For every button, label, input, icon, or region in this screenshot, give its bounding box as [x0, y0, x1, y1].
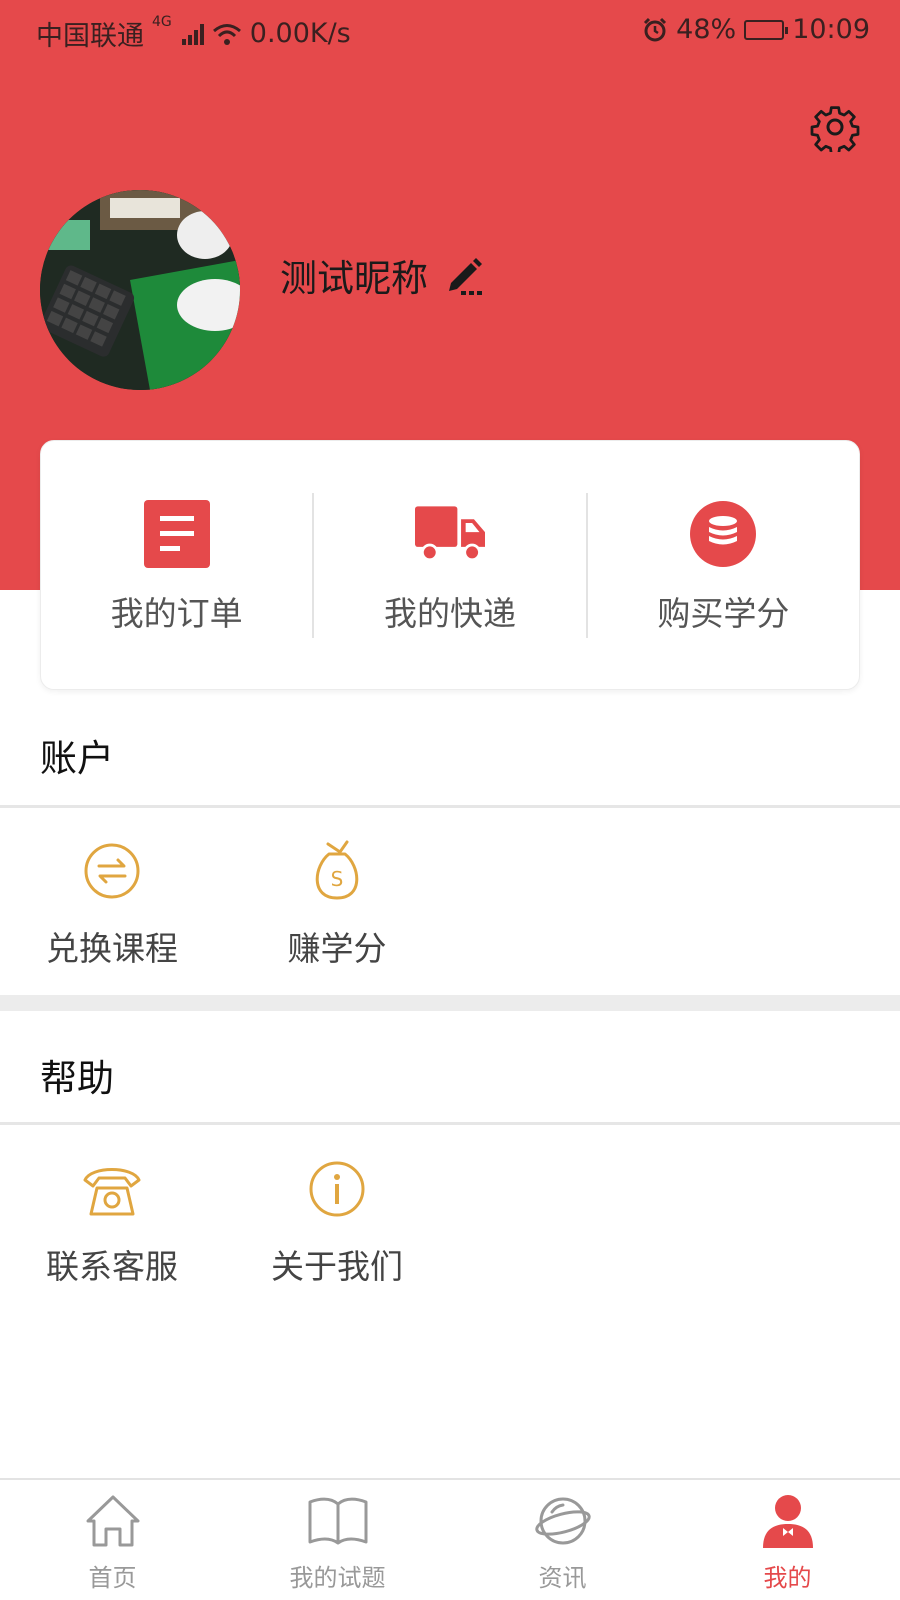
signal-icon: [181, 23, 204, 45]
tab-news[interactable]: 资讯: [450, 1480, 675, 1600]
edit-nickname-button[interactable]: [442, 252, 488, 298]
help-section-title: 帮助: [40, 1057, 114, 1100]
network-type: 4G: [152, 14, 172, 30]
exchange-icon: [81, 840, 143, 902]
alarm-icon: [644, 17, 667, 41]
pencil-icon: [449, 258, 482, 295]
battery-icon: [744, 19, 789, 40]
money-bag-icon: S: [306, 840, 368, 902]
tab-profile-label: 我的: [763, 1564, 812, 1592]
status-bar: 中国联通 4G 0.00K/s 48% 10:09: [0, 0, 900, 62]
clock: 10:09: [792, 14, 870, 45]
svg-text:S: S: [331, 867, 344, 891]
my-delivery-button[interactable]: 我的快递: [314, 441, 585, 689]
earn-credits-button[interactable]: S 赚学分: [247, 840, 427, 970]
battery-percent: 48%: [676, 14, 737, 45]
tab-home[interactable]: 首页: [0, 1480, 225, 1600]
divider: [0, 805, 900, 808]
user-icon: [757, 1490, 819, 1552]
about-us-label: 关于我们: [271, 1247, 403, 1286]
section-gap: [0, 995, 900, 1011]
earn-credits-label: 赚学分: [287, 929, 387, 968]
contact-support-label: 联系客服: [46, 1247, 178, 1286]
account-section-title: 账户: [40, 737, 114, 780]
bottom-tab-bar: 首页 我的试题 资讯 我的: [0, 1478, 900, 1600]
home-icon: [82, 1490, 144, 1552]
settings-button[interactable]: [808, 100, 862, 154]
my-orders-button[interactable]: 我的订单: [41, 441, 312, 689]
info-icon: [306, 1158, 368, 1220]
my-delivery-label: 我的快递: [383, 594, 516, 633]
credit-coins-icon: [688, 499, 758, 569]
quick-actions-card: 我的订单 我的快递 购买学分: [40, 440, 860, 690]
tab-my-questions-label: 我的试题: [289, 1564, 386, 1592]
delivery-truck-icon: [414, 499, 485, 569]
tab-profile[interactable]: 我的: [675, 1480, 900, 1600]
tab-my-questions[interactable]: 我的试题: [225, 1480, 450, 1600]
order-list-icon: [142, 499, 212, 569]
telephone-icon: [81, 1158, 143, 1220]
avatar[interactable]: [40, 190, 240, 390]
my-orders-label: 我的订单: [110, 594, 243, 633]
planet-icon: [532, 1490, 594, 1552]
divider: [0, 1122, 900, 1125]
avatar-photo: [40, 190, 240, 390]
gear-icon: [810, 106, 860, 152]
nickname: 测试昵称: [280, 257, 428, 300]
contact-support-button[interactable]: 联系客服: [22, 1158, 202, 1288]
buy-credits-label: 购买学分: [657, 594, 790, 633]
exchange-course-label: 兑换课程: [46, 929, 178, 968]
carrier-name: 中国联通: [36, 21, 144, 52]
buy-credits-button[interactable]: 购买学分: [588, 441, 859, 689]
network-speed: 0.00K/s: [249, 18, 351, 49]
tab-news-label: 资讯: [538, 1564, 587, 1592]
about-us-button[interactable]: 关于我们: [247, 1158, 427, 1288]
book-icon: [307, 1490, 369, 1552]
tab-home-label: 首页: [88, 1564, 137, 1592]
nickname-row: 测试昵称: [280, 248, 488, 302]
wifi-icon: [212, 23, 241, 45]
exchange-course-button[interactable]: 兑换课程: [22, 840, 202, 970]
